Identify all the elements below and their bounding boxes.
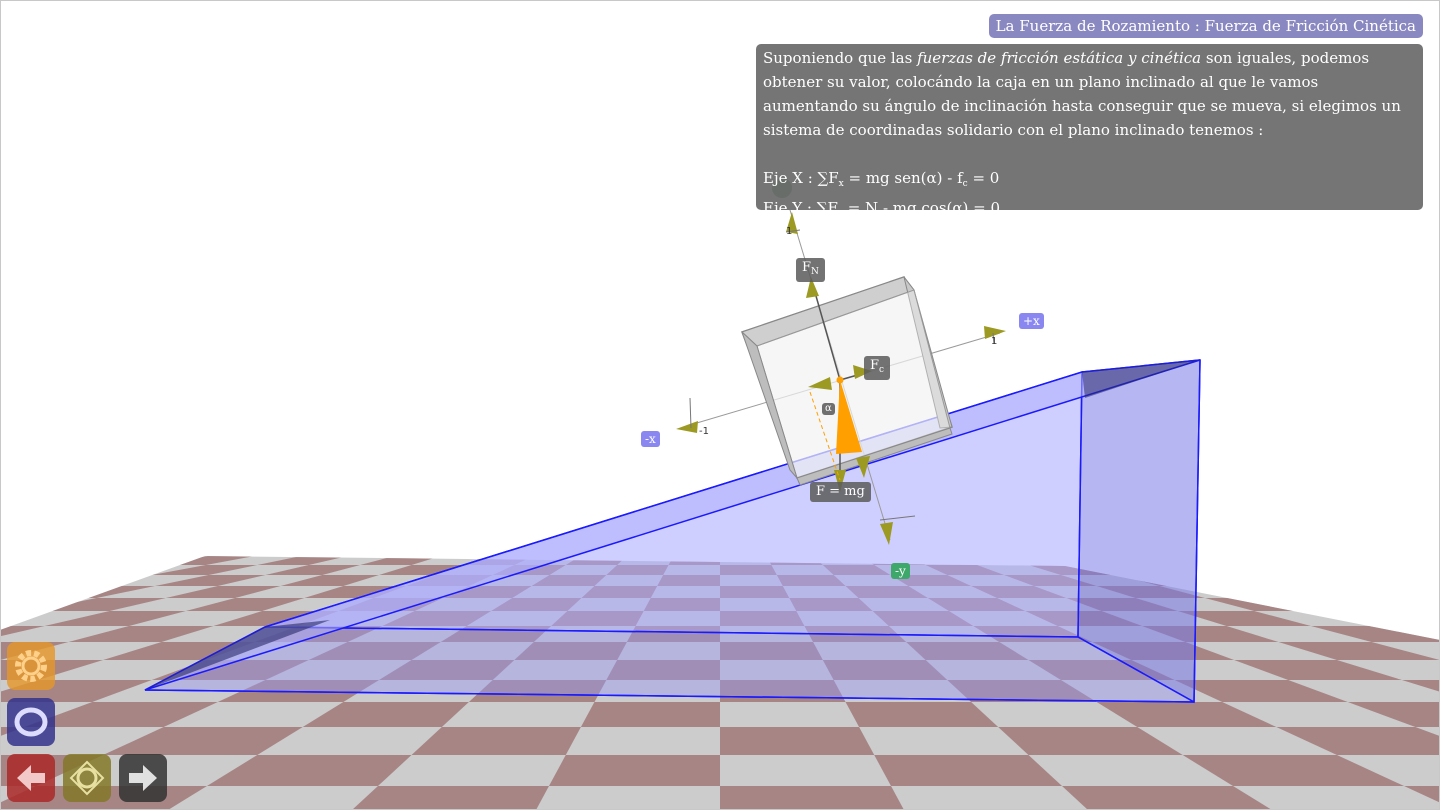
floor-tile	[0, 598, 28, 611]
alpha-angle-label: α	[822, 403, 835, 415]
explanation-text: Suponiendo que las fuerzas de fricción e…	[763, 49, 1401, 139]
minus-x-axis-label: -x	[641, 431, 660, 447]
tick-label-y-positive: 1	[786, 226, 793, 237]
friction-force-label: Fc	[864, 356, 891, 380]
recenter-icon	[69, 760, 105, 796]
plus-x-axis-label: +x	[1019, 313, 1044, 329]
tick-label-x-negative: -1	[699, 426, 709, 437]
page-title: La Fuerza de Rozamiento : Fuerza de Fric…	[988, 14, 1423, 38]
floor-tile	[1325, 556, 1440, 565]
equation-y: Eje Y : ∑Fy = N - mg cos(α) = 0	[763, 199, 1000, 219]
floor-tile	[38, 565, 155, 575]
floor-tile	[1234, 565, 1346, 575]
floor-tile	[1222, 586, 1344, 598]
floor-tile	[1336, 565, 1440, 575]
floor-tile	[0, 565, 52, 575]
recenter-button[interactable]	[63, 754, 111, 802]
normal-force-label: FN	[796, 258, 825, 282]
view-mode-icon	[14, 707, 48, 737]
inclined-plane	[144, 359, 1201, 704]
floor-tile	[0, 586, 30, 598]
settings-button[interactable]	[7, 642, 55, 690]
floor-tile	[720, 727, 875, 755]
floor-tile	[51, 556, 162, 565]
weight-force-label: F = mg	[810, 482, 871, 502]
explanation-panel: Suponiendo que las fuerzas de fricción e…	[756, 44, 1423, 219]
minus-y-axis-label: -y	[891, 563, 910, 579]
settings-icon	[15, 650, 47, 682]
floor-tile	[548, 755, 720, 786]
equation-x: Eje X : ∑Fx = mg sen(α) - fc = 0	[763, 169, 1000, 189]
view-mode-button[interactable]	[7, 698, 55, 746]
floor-tile	[1347, 586, 1440, 598]
arrow-left-icon	[17, 765, 45, 791]
floor-tile	[1231, 575, 1348, 586]
floor-tile	[0, 575, 39, 586]
floor-tile	[1231, 556, 1337, 565]
next-button[interactable]	[119, 754, 167, 802]
arrow-right-icon	[129, 765, 157, 791]
floor-tile	[1343, 598, 1440, 611]
floor-tile	[1345, 575, 1440, 586]
floor-tile	[580, 702, 720, 727]
floor-tile	[1418, 556, 1440, 565]
tick-label-x-positive: 1	[991, 336, 998, 347]
floor-tile	[0, 556, 69, 565]
previous-button[interactable]	[7, 754, 55, 802]
floor-tile	[720, 786, 910, 810]
